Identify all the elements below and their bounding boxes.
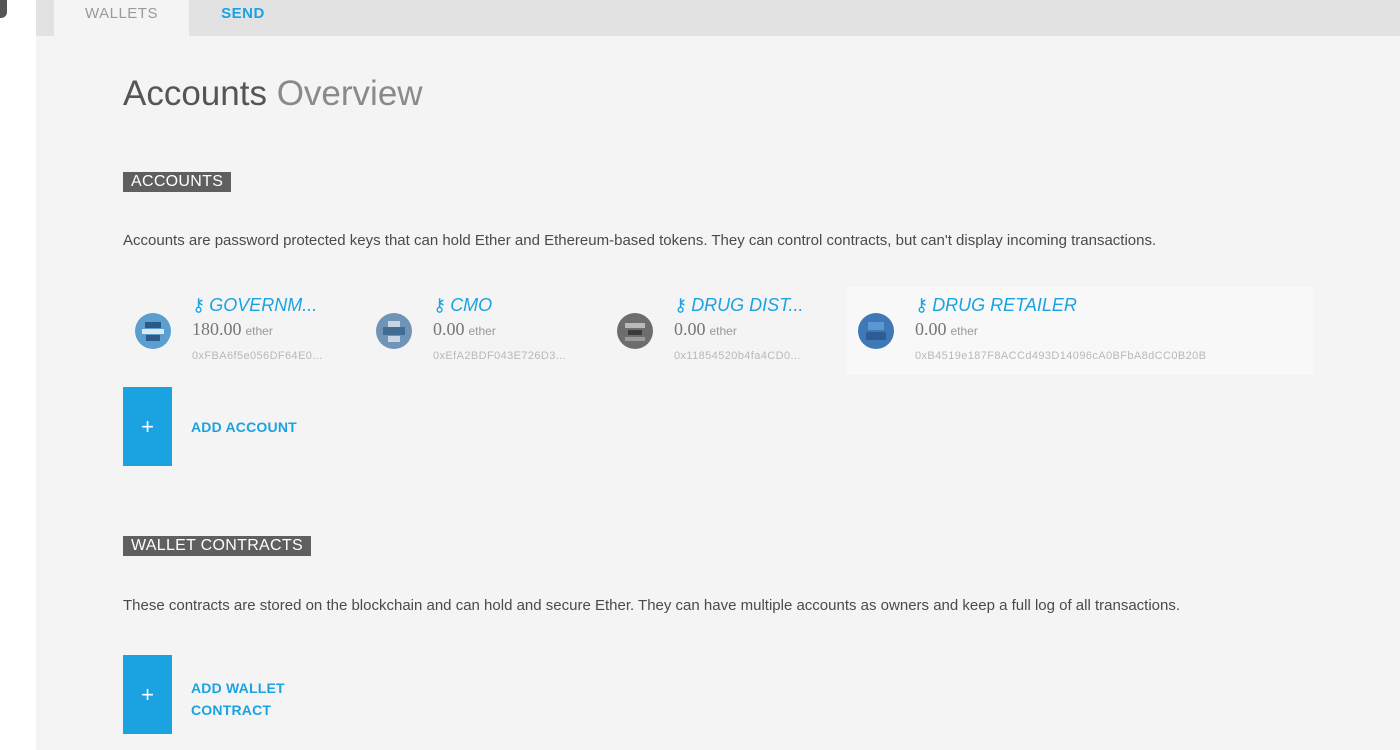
tab-wallets[interactable]: WALLETS xyxy=(54,0,189,36)
page-title-strong: Accounts xyxy=(123,74,267,113)
top-nav-bar: WALLETS SEND xyxy=(36,0,1400,36)
account-address: 0x11854520b4fa4CD0... xyxy=(674,350,801,362)
identicon-avatar xyxy=(617,313,653,349)
plus-icon: + xyxy=(141,682,154,707)
balance-unit: ether xyxy=(709,324,737,338)
wallet-contracts-section-tag: WALLET CONTRACTS xyxy=(123,536,311,556)
identicon-avatar xyxy=(376,313,412,349)
key-icon: ⚷ xyxy=(192,295,206,315)
account-name[interactable]: ⚷ CMO xyxy=(433,295,492,316)
accounts-section-tag: ACCOUNTS xyxy=(123,172,232,192)
left-rail xyxy=(0,0,36,750)
identicon-avatar xyxy=(135,313,171,349)
wallet-contracts-description: These contracts are stored on the blockc… xyxy=(123,597,1181,614)
account-name[interactable]: ⚷ GOVERNM... xyxy=(192,295,317,316)
account-name[interactable]: ⚷ DRUG RETAILER xyxy=(915,295,1077,316)
account-address: 0xFBA6f5e056DF64E0... xyxy=(192,350,323,362)
accounts-description: Accounts are password protected keys tha… xyxy=(123,232,1157,249)
add-account-button[interactable]: + xyxy=(123,387,172,466)
page-title: Accounts Overview xyxy=(123,74,423,114)
add-wallet-label-line1: ADD WALLET xyxy=(191,680,285,696)
identicon-avatar xyxy=(858,313,894,349)
account-balance: 0.00 ether xyxy=(915,319,978,339)
add-account-link[interactable]: ADD ACCOUNT xyxy=(191,419,297,435)
page-title-light: Overview xyxy=(276,74,423,113)
account-card[interactable]: ⚷ GOVERNM... 180.00 ether 0xFBA6f5e056DF64… xyxy=(123,287,345,375)
account-address: 0xEfA2BDF043E726D3... xyxy=(433,350,567,362)
add-wallet-label-line2: CONTRACT xyxy=(191,702,272,718)
account-balance: 0.00 ether xyxy=(674,319,737,339)
plus-icon: + xyxy=(141,414,154,439)
account-balance: 0.00 ether xyxy=(433,319,496,339)
key-icon: ⚷ xyxy=(915,295,929,315)
tab-send[interactable]: SEND xyxy=(201,0,285,36)
window-corner-tab xyxy=(0,0,7,18)
account-address: 0xB4519e187F8ACCd493D14096cA0BFbA8dCC0B2… xyxy=(915,350,1207,362)
balance-unit: ether xyxy=(950,324,978,338)
balance-unit: ether xyxy=(468,324,496,338)
account-balance: 180.00 ether xyxy=(192,319,273,339)
key-icon: ⚷ xyxy=(674,295,688,315)
add-wallet-contract-button[interactable]: + xyxy=(123,655,172,734)
account-card[interactable]: ⚷ CMO 0.00 ether 0xEfA2BDF043E726D3... xyxy=(364,287,586,375)
account-card[interactable]: ⚷ DRUG DIST... 0.00 ether 0x11854520b4fa4C… xyxy=(605,287,827,375)
key-icon: ⚷ xyxy=(433,295,447,315)
add-wallet-contract-link[interactable]: ADD WALLET CONTRACT xyxy=(191,677,285,721)
account-card[interactable]: ⚷ DRUG RETAILER 0.00 ether 0xB4519e187F8AC… xyxy=(846,287,1314,375)
balance-unit: ether xyxy=(245,324,273,338)
account-name[interactable]: ⚷ DRUG DIST... xyxy=(674,295,804,316)
